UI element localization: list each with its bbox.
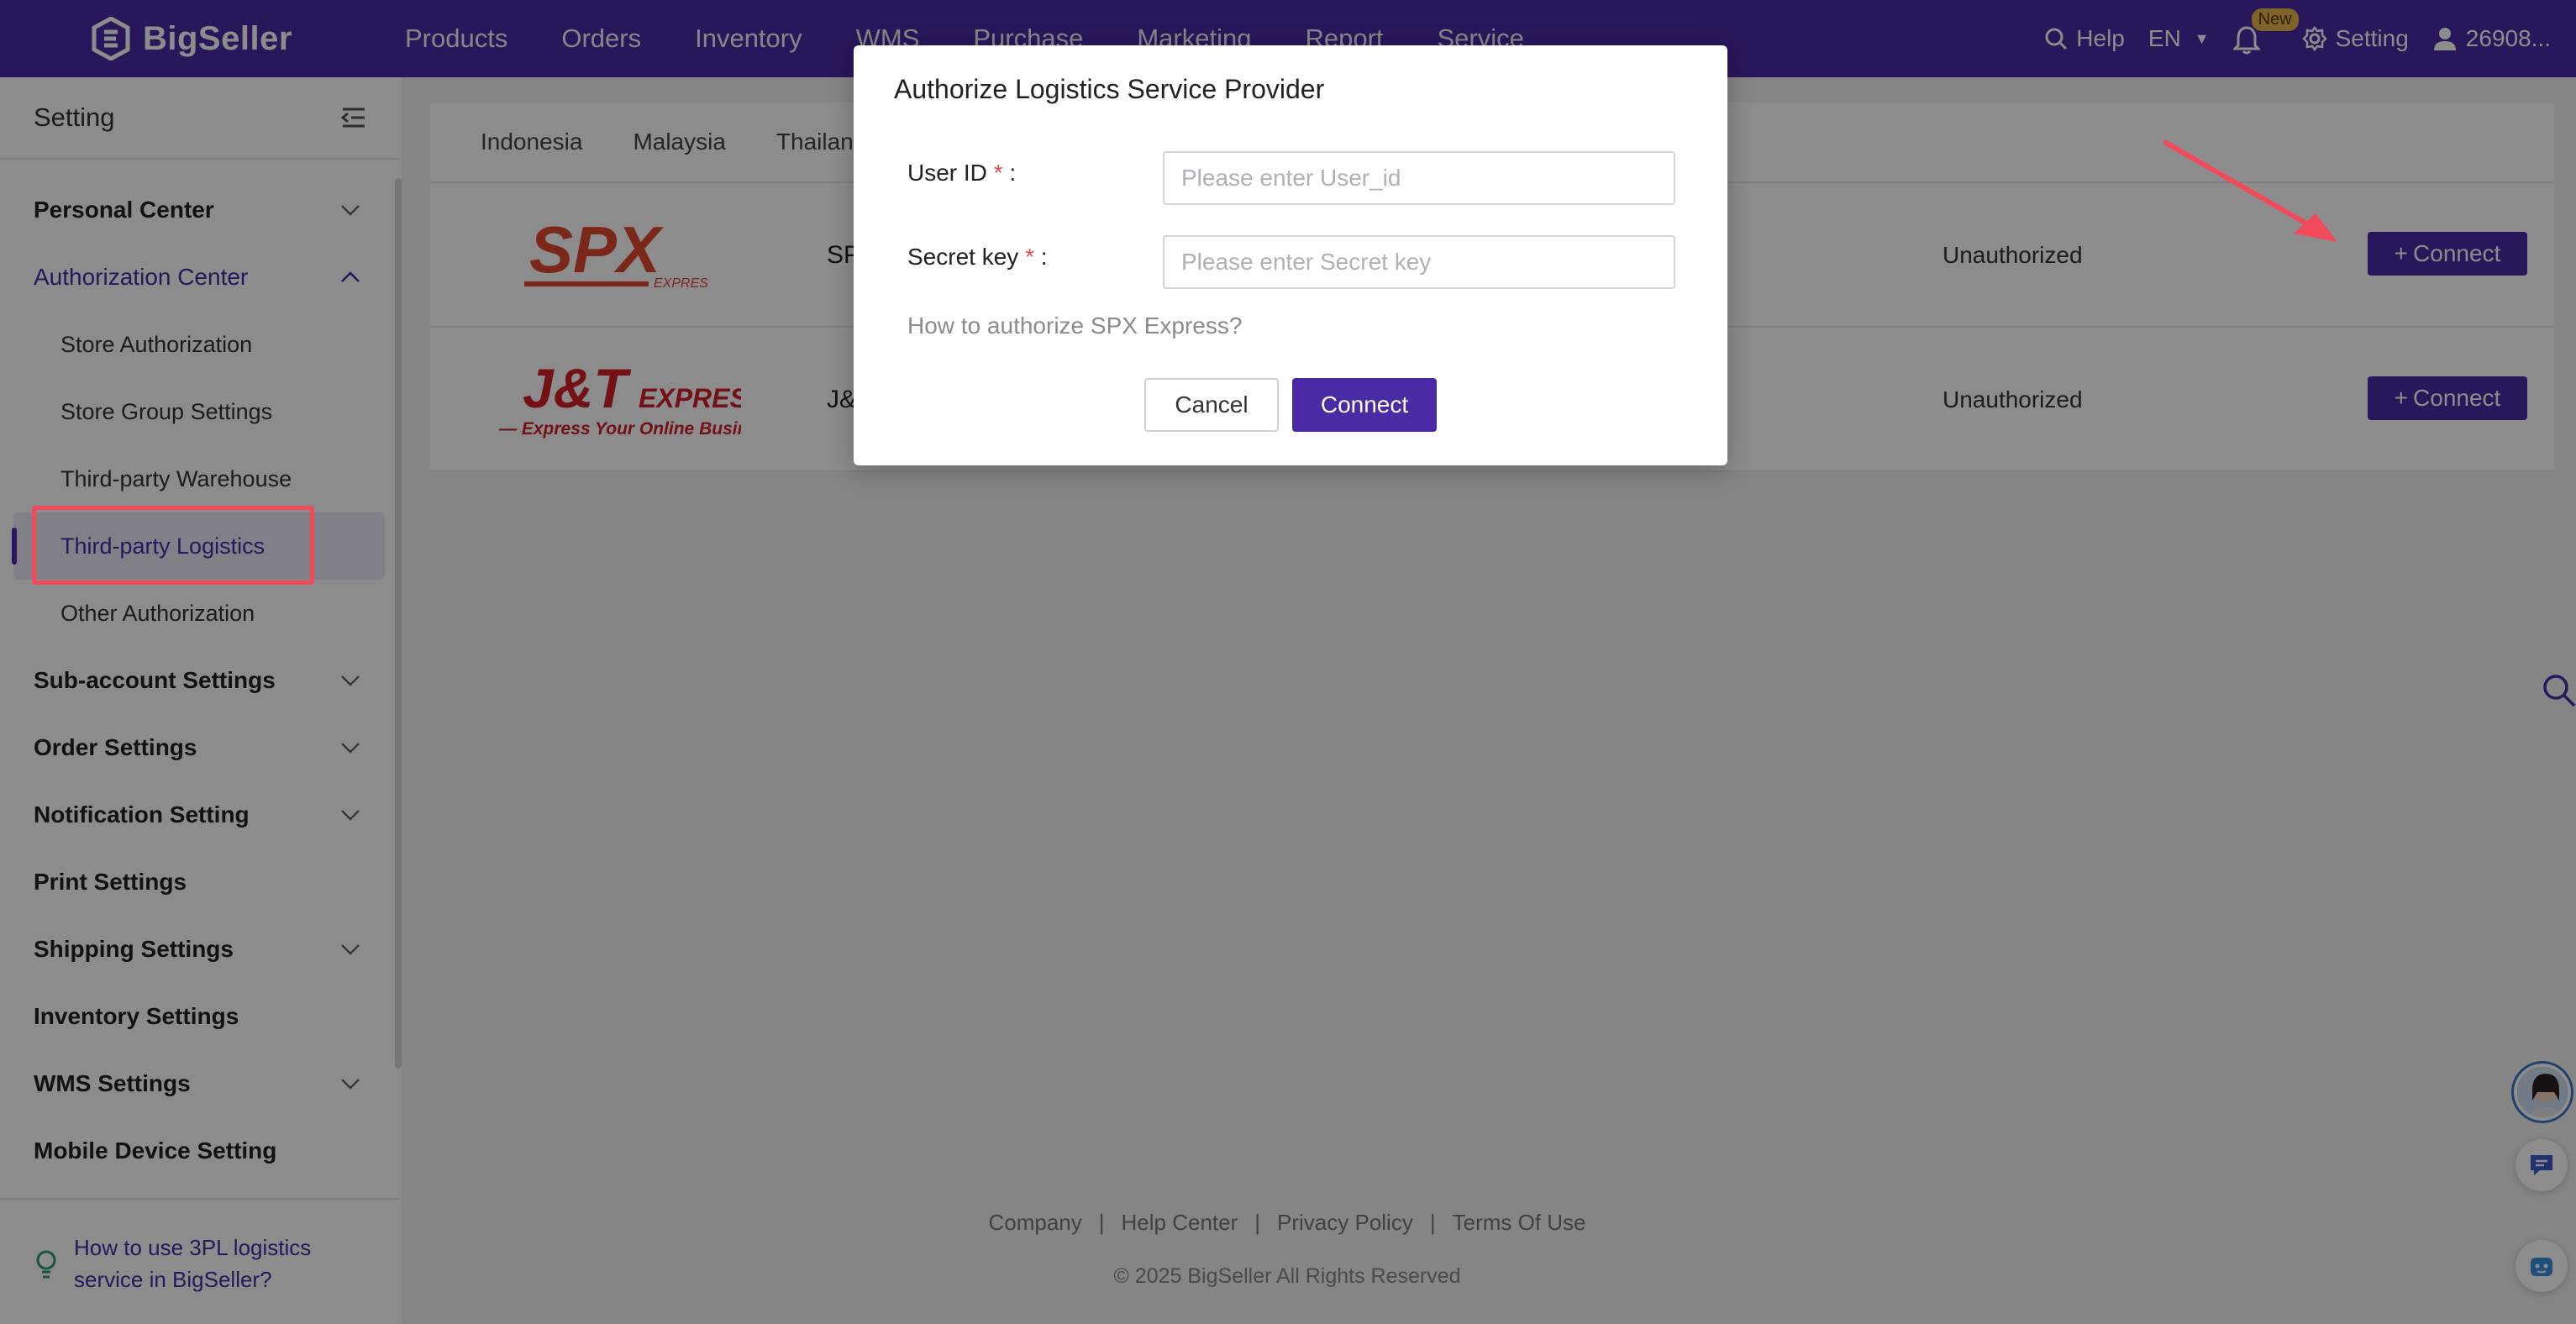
modal-title: Authorize Logistics Service Provider: [894, 74, 1325, 104]
label-colon: :: [1040, 244, 1048, 270]
user-id-input[interactable]: [1163, 151, 1675, 205]
secret-key-input[interactable]: [1163, 235, 1675, 289]
howto-authorize-link[interactable]: How to authorize SPX Express?: [907, 313, 1242, 339]
modal-connect-button[interactable]: Connect: [1292, 378, 1437, 432]
authorize-logistics-modal: Authorize Logistics Service Provider Use…: [854, 45, 1727, 465]
required-mark: *: [993, 160, 1003, 186]
user-id-label-text: User ID: [907, 160, 987, 186]
cancel-button[interactable]: Cancel: [1144, 378, 1279, 432]
required-mark: *: [1025, 244, 1034, 270]
label-colon: :: [1009, 160, 1017, 186]
user-id-label: User ID * :: [907, 160, 1016, 187]
secret-key-label: Secret key * :: [907, 244, 1048, 271]
secret-key-label-text: Secret key: [907, 244, 1019, 270]
